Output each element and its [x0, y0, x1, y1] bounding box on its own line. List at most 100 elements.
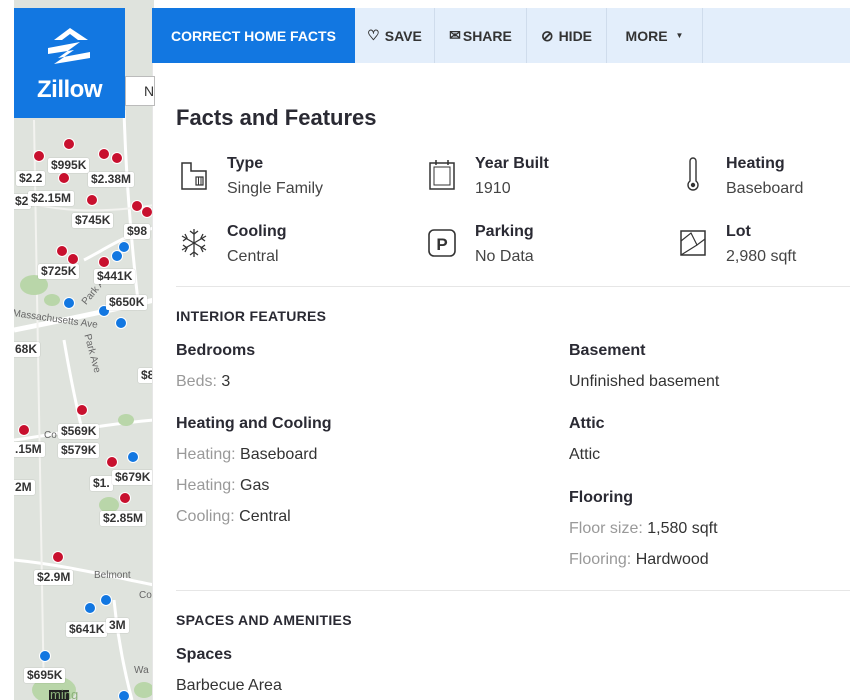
correct-home-facts-label: CORRECT HOME FACTS	[171, 27, 336, 44]
beds-row: Beds: 3	[176, 373, 230, 391]
map-pin[interactable]	[100, 594, 112, 606]
row-value: Central	[239, 508, 291, 525]
basement-value: Unfinished basement	[569, 373, 720, 390]
price-tag[interactable]: $2.38M	[88, 172, 135, 187]
fact-value: No Data	[475, 248, 534, 265]
more-dropdown[interactable]: MORE ▼	[607, 8, 703, 63]
basement-heading: Basement	[569, 342, 646, 359]
map-pin[interactable]	[56, 245, 68, 257]
flooring-row: Flooring: Hardwood	[569, 551, 709, 569]
row-key: Floor size:	[569, 520, 643, 537]
fact-label: Parking	[475, 223, 534, 240]
calendar-icon	[429, 160, 455, 190]
facts-panel: Facts and Features Type Single Family Ye…	[152, 63, 850, 700]
hide-label: HIDE	[558, 27, 593, 44]
fact-value: 2,980 sqft	[726, 248, 797, 265]
heating-row: Heating: Baseboard	[176, 446, 317, 464]
map-pin[interactable]	[118, 690, 130, 700]
thermometer-icon	[687, 157, 699, 191]
spaces-value: Barbecue Area	[176, 677, 282, 694]
map-pin[interactable]	[63, 297, 75, 309]
logo-text: Zillow	[37, 76, 103, 103]
price-tag[interactable]: 2M	[14, 480, 35, 495]
price-tag[interactable]: $650K	[106, 295, 148, 310]
map-pin[interactable]	[84, 602, 96, 614]
row-value: Gas	[240, 477, 270, 494]
price-tag[interactable]: $579K	[58, 443, 100, 458]
price-tag[interactable]: $641K	[66, 622, 108, 637]
bedrooms-heading: Bedrooms	[176, 342, 256, 359]
divider	[176, 286, 850, 287]
map-pin[interactable]	[127, 451, 139, 463]
interior-features-heading: INTERIOR FEATURES	[176, 308, 327, 324]
price-tag[interactable]: $2.85M	[100, 511, 147, 526]
map-pin[interactable]	[111, 250, 123, 262]
map-pin[interactable]	[76, 404, 88, 416]
price-tag[interactable]: $995K	[48, 158, 90, 173]
map-pin[interactable]	[86, 194, 98, 206]
correct-home-facts-button[interactable]: CORRECT HOME FACTS	[152, 8, 355, 63]
snowflake-icon	[181, 229, 207, 257]
price-tag[interactable]: $98	[124, 224, 151, 239]
street-label: ming	[50, 687, 79, 700]
row-key: Flooring:	[569, 551, 632, 568]
price-tag[interactable]: $695K	[24, 668, 66, 683]
fact-label: Year Built	[475, 155, 549, 172]
divider	[176, 590, 850, 591]
fact-value: Baseboard	[726, 180, 804, 197]
floor-size-row: Floor size: 1,580 sqft	[569, 520, 718, 538]
left-edge	[0, 0, 14, 700]
price-tag[interactable]: $745K	[72, 213, 114, 228]
map-pin[interactable]	[106, 456, 118, 468]
price-tag[interactable]: $1.	[90, 476, 113, 491]
action-toolbar: CORRECT HOME FACTS ♡ SAVE ✉ SHARE ⊘ HIDE…	[152, 8, 850, 63]
map-pin[interactable]	[115, 317, 127, 329]
attic-value: Attic	[569, 446, 601, 463]
parking-icon: P	[428, 229, 456, 257]
section-title: Facts and Features	[176, 105, 377, 130]
price-tag[interactable]: $679K	[112, 470, 154, 485]
save-button[interactable]: ♡ SAVE	[355, 8, 435, 63]
price-tag[interactable]: $2.9M	[34, 570, 74, 585]
map-pin[interactable]	[111, 152, 123, 164]
map-pin[interactable]	[33, 150, 45, 162]
row-key: Heating:	[176, 477, 236, 494]
share-button[interactable]: ✉ SHARE	[435, 8, 527, 63]
map-pin[interactable]	[119, 492, 131, 504]
zillow-logo[interactable]: Zillow	[14, 8, 125, 118]
fact-label: Lot	[726, 223, 751, 240]
hide-button[interactable]: ⊘ HIDE	[527, 8, 607, 63]
row-key: Heating:	[176, 446, 236, 463]
price-tag[interactable]: $2.15M	[28, 191, 75, 206]
map-pin[interactable]	[39, 650, 51, 662]
price-tag[interactable]: .15M	[14, 442, 45, 457]
price-tag[interactable]: $569K	[58, 424, 100, 439]
street-label: Co	[139, 590, 152, 601]
lot-icon	[680, 230, 706, 256]
svg-text:P: P	[436, 235, 447, 254]
price-tag[interactable]: $441K	[94, 269, 136, 284]
price-tag[interactable]: $2.2	[16, 171, 46, 186]
fact-value: Single Family	[227, 180, 324, 197]
map-pin[interactable]	[98, 148, 110, 160]
map-pin[interactable]	[52, 551, 64, 563]
price-tag[interactable]: $725K	[38, 264, 80, 279]
map-pin[interactable]	[63, 138, 75, 150]
street-label: Wa	[134, 665, 149, 676]
flooring-heading: Flooring	[569, 489, 633, 506]
fact-label: Cooling	[227, 223, 287, 240]
cooling-row: Cooling: Central	[176, 508, 291, 526]
price-tag[interactable]: 68K	[14, 342, 41, 357]
street-label: Belmont	[94, 570, 131, 581]
heating-row: Heating: Gas	[176, 477, 269, 495]
map-search-box[interactable]: N	[125, 76, 155, 106]
row-key: Beds:	[176, 373, 217, 390]
map-pin[interactable]	[18, 424, 30, 436]
map-pin[interactable]	[98, 256, 110, 268]
map-pin[interactable]	[58, 172, 70, 184]
envelope-icon: ✉	[449, 27, 461, 43]
fact-value: 1910	[475, 180, 511, 197]
heart-icon: ♡	[367, 27, 380, 43]
price-tag[interactable]: 3M	[106, 618, 129, 633]
heating-cooling-heading: Heating and Cooling	[176, 415, 332, 432]
